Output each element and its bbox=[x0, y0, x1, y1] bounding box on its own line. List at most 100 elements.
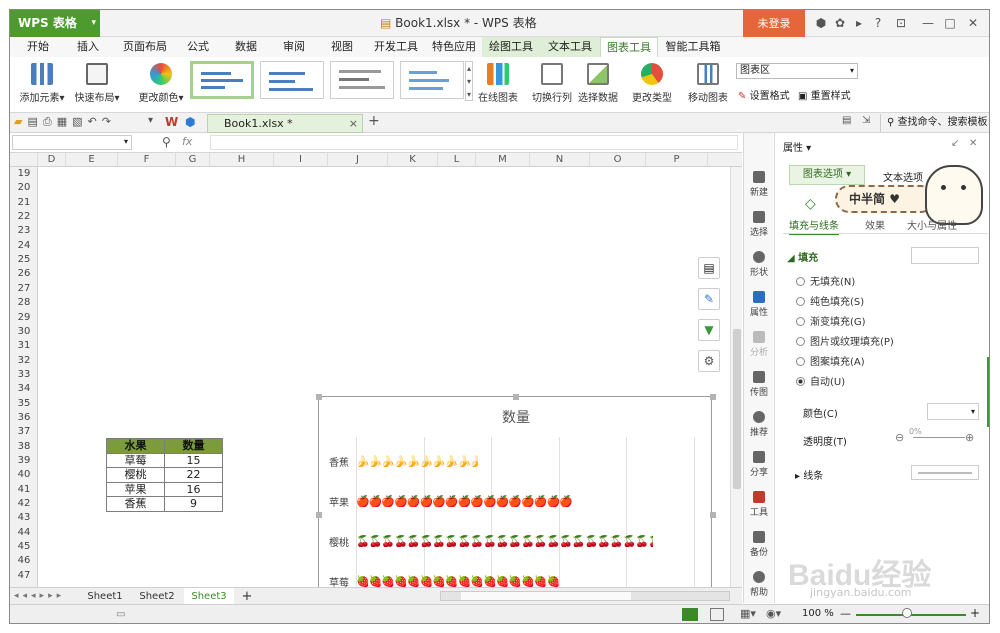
row-header[interactable]: 40 bbox=[10, 468, 38, 482]
chart-filter-icon[interactable]: ▼ bbox=[698, 319, 720, 341]
row-header[interactable]: 25 bbox=[10, 253, 38, 267]
bar-banana[interactable]: 🍌🍌🍌🍌🍌🍌🍌🍌🍌🍌🍌 bbox=[356, 455, 478, 467]
sheet-nav-icons[interactable]: ◂◂◂▸▸▸ bbox=[14, 588, 65, 605]
radio-auto-fill[interactable]: 自动(U) bbox=[796, 373, 845, 388]
row-header[interactable]: 46 bbox=[10, 554, 38, 568]
chart-style-4[interactable] bbox=[400, 61, 464, 99]
resize-handle[interactable] bbox=[316, 394, 322, 400]
reset-style-button[interactable]: ▣ 重置样式 bbox=[798, 87, 851, 102]
sheet-tab-3[interactable]: Sheet3 bbox=[184, 588, 234, 605]
chart-elements-icon[interactable]: ▤ bbox=[698, 257, 720, 279]
row-header[interactable]: 42 bbox=[10, 497, 38, 511]
table-cell[interactable]: 22 bbox=[164, 467, 223, 483]
switch-rowcol-button[interactable]: 切换行列 bbox=[530, 59, 574, 104]
row-header[interactable]: 32 bbox=[10, 354, 38, 368]
decrease-icon[interactable]: ⊖ bbox=[895, 431, 904, 444]
line-preview[interactable] bbox=[911, 465, 979, 480]
sheet-tab-1[interactable]: Sheet1 bbox=[80, 588, 130, 605]
tab-start[interactable]: 开始 bbox=[16, 37, 60, 57]
vertical-scrollbar[interactable] bbox=[730, 167, 742, 587]
save-icon[interactable]: ▤ bbox=[27, 115, 42, 128]
row-header[interactable]: 20 bbox=[10, 181, 38, 195]
chart-settings-gear-icon[interactable]: ⚙ bbox=[698, 350, 720, 372]
side-tool-select[interactable]: 选择 bbox=[744, 211, 774, 238]
row-header[interactable]: 28 bbox=[10, 296, 38, 310]
quick-layout-button[interactable]: 快速布局▾ bbox=[70, 59, 124, 104]
move-chart-button[interactable]: 移动图表 bbox=[686, 59, 730, 104]
column-header[interactable]: P bbox=[646, 153, 708, 167]
panel-edge-handle[interactable] bbox=[987, 357, 989, 427]
table-cell[interactable]: 9 bbox=[164, 496, 223, 512]
undo-icon[interactable]: ↶ bbox=[88, 115, 102, 128]
maximize-icon[interactable]: □ bbox=[942, 15, 958, 31]
column-header[interactable]: D bbox=[38, 153, 66, 167]
transparency-slider[interactable] bbox=[913, 437, 965, 438]
column-header[interactable]: O bbox=[590, 153, 646, 167]
skin-icon[interactable]: ⬢ bbox=[813, 15, 829, 31]
chart-title[interactable]: 数量 bbox=[319, 407, 713, 427]
chart-style-brush-icon[interactable]: ✎ bbox=[698, 288, 720, 310]
scroll-thumb[interactable] bbox=[733, 329, 741, 489]
panel-close-icon[interactable]: ✕ bbox=[969, 138, 977, 149]
row-header[interactable]: 27 bbox=[10, 282, 38, 296]
horizontal-scrollbar[interactable] bbox=[440, 591, 730, 601]
help-icon[interactable]: ? bbox=[870, 15, 886, 31]
name-box[interactable]: ▾ bbox=[12, 135, 132, 150]
table-cell[interactable]: 15 bbox=[164, 452, 223, 468]
column-header[interactable]: K bbox=[388, 153, 438, 167]
panel-title[interactable]: 属性 ▾ bbox=[783, 139, 811, 154]
fx-button[interactable]: fx bbox=[182, 135, 192, 148]
row-header[interactable]: 41 bbox=[10, 483, 38, 497]
side-tool-shape[interactable]: 形状 bbox=[744, 251, 774, 278]
fill-line-icon[interactable]: ◇ bbox=[805, 196, 816, 212]
side-tool-new[interactable]: 新建 bbox=[744, 171, 774, 198]
column-header[interactable]: J bbox=[328, 153, 388, 167]
close-tab-icon[interactable]: × bbox=[349, 115, 358, 132]
change-type-button[interactable]: 更改类型 bbox=[630, 59, 674, 104]
add-element-button[interactable]: 添加元素▾ bbox=[16, 59, 68, 104]
row-header[interactable]: 22 bbox=[10, 210, 38, 224]
side-tool-upload[interactable]: 传图 bbox=[744, 371, 774, 398]
side-tool-help[interactable]: 帮助 bbox=[744, 571, 774, 598]
subtab-effect[interactable]: 效果 bbox=[865, 217, 885, 232]
tab-formula[interactable]: 公式 bbox=[176, 37, 220, 57]
row-header[interactable]: 21 bbox=[10, 196, 38, 210]
radio-no-fill[interactable]: 无填充(N) bbox=[796, 273, 855, 288]
toggle-icon[interactable]: ▤ bbox=[842, 115, 851, 126]
zoom-out-icon[interactable]: — bbox=[840, 607, 851, 620]
radio-pattern-fill[interactable]: 图案填充(A) bbox=[796, 353, 865, 368]
resize-handle[interactable] bbox=[316, 512, 322, 518]
resize-handle[interactable] bbox=[710, 394, 716, 400]
row-header[interactable]: 29 bbox=[10, 311, 38, 325]
change-color-button[interactable]: 更改颜色▾ bbox=[134, 59, 188, 104]
bar-cherry[interactable]: 🍒🍒🍒🍒🍒🍒🍒🍒🍒🍒🍒🍒🍒🍒🍒🍒🍒🍒🍒🍒🍒🍒🍒🍒🍒🍒 bbox=[356, 535, 653, 547]
zoom-fn-icon[interactable]: ⚲ bbox=[162, 135, 171, 149]
chart-style-2[interactable] bbox=[260, 61, 324, 99]
login-button[interactable]: 未登录 bbox=[743, 10, 805, 37]
bar-strawberry[interactable]: 🍓🍓🍓🍓🍓🍓🍓🍓🍓🍓🍓🍓🍓🍓🍓🍓🍓🍓 bbox=[356, 575, 559, 587]
qat-icons[interactable]: ▰▤⎙▦▧↶↷ bbox=[14, 115, 116, 129]
row-header[interactable]: 39 bbox=[10, 454, 38, 468]
tab-chart-tools[interactable]: 图表工具 bbox=[600, 37, 658, 57]
tab-data[interactable]: 数据 bbox=[224, 37, 268, 57]
minimize-icon[interactable]: — bbox=[920, 15, 936, 31]
row-header[interactable]: 43 bbox=[10, 511, 38, 525]
row-header[interactable]: 30 bbox=[10, 325, 38, 339]
row-header[interactable]: 34 bbox=[10, 382, 38, 396]
tab-chart-options[interactable]: 图表选项 ▾ bbox=[789, 165, 865, 185]
row-header[interactable]: 33 bbox=[10, 368, 38, 382]
zoom-in-icon[interactable]: + bbox=[970, 606, 980, 620]
document-tab[interactable]: Book1.xlsx * × bbox=[207, 114, 363, 133]
column-header[interactable]: E bbox=[66, 153, 118, 167]
normal-view-icon[interactable] bbox=[682, 608, 698, 621]
new-tab-icon[interactable]: + bbox=[368, 113, 380, 129]
column-header[interactable]: G bbox=[176, 153, 210, 167]
side-tool-recommend[interactable]: 推荐 bbox=[744, 411, 774, 438]
row-header[interactable]: 47 bbox=[10, 569, 38, 583]
zoom-value[interactable]: 100 % bbox=[802, 608, 834, 619]
tab-text-tools[interactable]: 文本工具 bbox=[540, 37, 600, 57]
table-cell[interactable]: 苹果 bbox=[106, 481, 165, 497]
sheet-area[interactable]: 水果 数量 草莓 15 樱桃 22 苹果 16 香蕉 9 数量 05101520… bbox=[38, 167, 742, 623]
close-icon[interactable]: ✕ bbox=[965, 15, 981, 31]
add-sheet-icon[interactable]: + bbox=[238, 588, 256, 605]
